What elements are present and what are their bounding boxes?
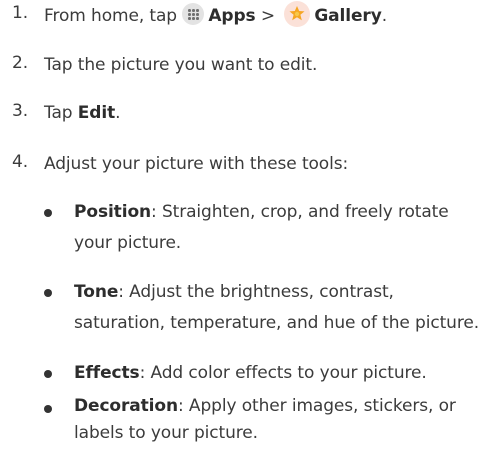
step-prefix: From home, tap: [44, 6, 177, 26]
bullet-icon: [44, 370, 52, 378]
step-end: .: [381, 6, 387, 26]
breadcrumb-separator: >: [260, 6, 275, 26]
tool-name: Position: [74, 202, 152, 222]
step-end: .: [115, 103, 121, 123]
tool-item-position: Position: Straighten, crop, and freely r…: [44, 200, 488, 264]
tool-desc: : Add color effects to your picture.: [139, 363, 427, 383]
step-text: Adjust your picture with these tools:: [44, 154, 349, 174]
step-number: 4.: [12, 152, 29, 172]
edit-label: Edit: [77, 103, 116, 123]
step-number: 3.: [12, 101, 29, 121]
step-text: From home, tap Apps > Gallery.: [44, 1, 488, 29]
tool-text: Position: Straighten, crop, and freely r…: [74, 197, 488, 259]
gallery-label: Gallery: [314, 6, 382, 26]
step-number: 1.: [12, 3, 29, 23]
tool-name: Tone: [74, 282, 119, 302]
tool-item-decoration: Decoration: Apply other images, stickers…: [44, 396, 488, 453]
bullet-icon: [44, 209, 52, 217]
tool-name: Effects: [74, 363, 140, 383]
tool-text: Decoration: Apply other images, stickers…: [74, 393, 488, 447]
tool-name: Decoration: [74, 396, 178, 416]
tool-desc: : Adjust the brightness, contrast, satur…: [74, 282, 480, 333]
tool-text: Effects: Add color effects to your pictu…: [74, 358, 488, 389]
step-text: Tap Edit.: [44, 101, 488, 126]
apps-grid-icon: [182, 3, 205, 25]
step-prefix: Tap: [44, 103, 73, 123]
step-number: 2.: [12, 53, 29, 73]
tool-item-effects: Effects: Add color effects to your pictu…: [44, 361, 488, 391]
bullet-icon: [44, 289, 52, 297]
bullet-icon: [44, 405, 52, 413]
step-text: Tap the picture you want to edit.: [44, 55, 318, 75]
apps-label: Apps: [208, 6, 256, 26]
tool-text: Tone: Adjust the brightness, contrast, s…: [74, 277, 488, 339]
gallery-flower-icon: [284, 1, 311, 27]
